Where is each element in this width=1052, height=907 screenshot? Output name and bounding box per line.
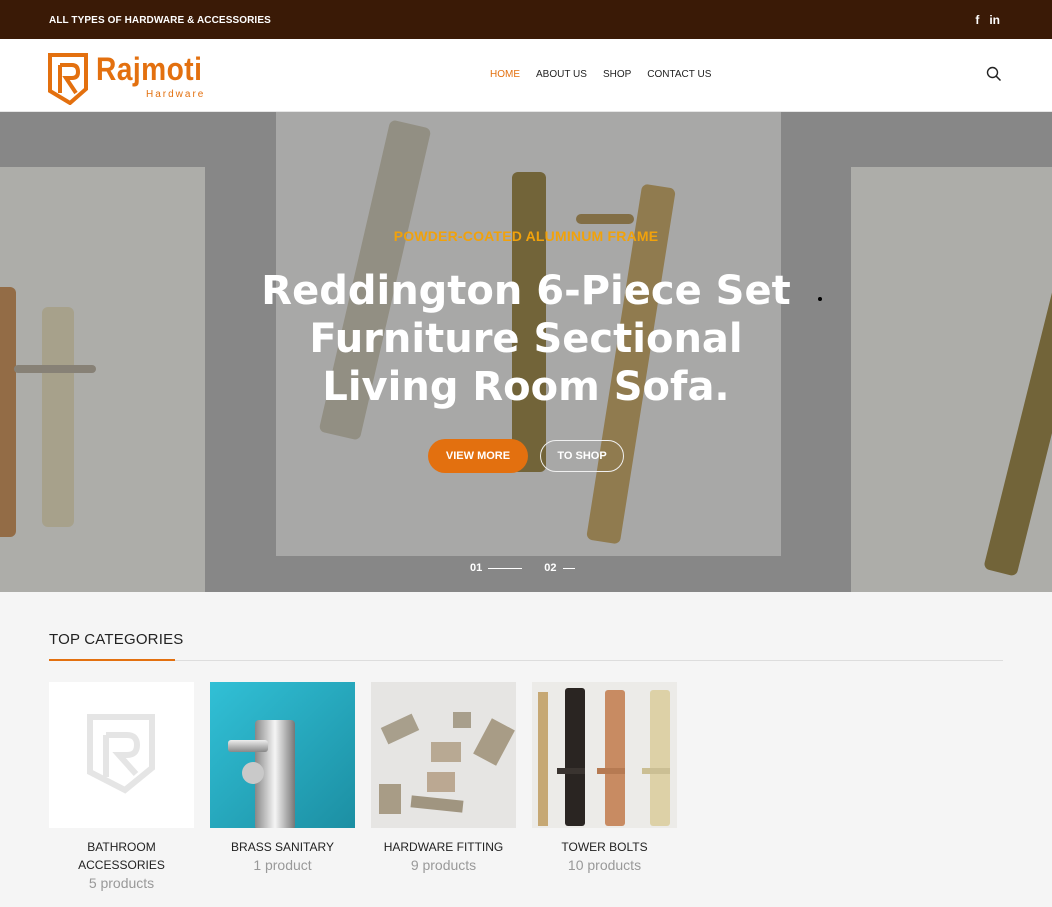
logo-wordmark: Rajmoti [96, 51, 203, 87]
logo-icon [48, 53, 88, 105]
category-name: BRASS SANITARY [231, 840, 334, 854]
category-count: 1 product [253, 857, 312, 873]
nav-shop[interactable]: SHOP [603, 69, 631, 80]
slide-2-label: 02 [544, 562, 557, 574]
top-categories-title: TOP CATEGORIES [49, 631, 184, 648]
search-icon[interactable] [986, 66, 1002, 82]
slide-1-label: 01 [470, 562, 483, 574]
section-divider [49, 660, 1003, 661]
nav-about-us[interactable]: ABOUT US [536, 69, 587, 80]
nav-contact-us[interactable]: CONTACT US [647, 69, 711, 80]
to-shop-button[interactable]: TO SHOP [540, 440, 624, 472]
main-nav: HOME ABOUT US SHOP CONTACT US [490, 69, 711, 80]
category-thumbnail[interactable] [532, 682, 677, 828]
slider-pagination: 01 02 [470, 562, 575, 574]
site-header: Rajmoti Hardware HOME ABOUT US SHOP CONT… [0, 39, 1052, 112]
category-count: 9 products [410, 857, 477, 873]
nav-home[interactable]: HOME [490, 69, 520, 80]
category-thumbnail[interactable] [371, 682, 516, 828]
social-links: f in [975, 13, 1000, 27]
category-card-tower-bolts[interactable]: TOWER BOLTS 10 products [532, 682, 677, 891]
facebook-icon[interactable]: f [975, 13, 979, 27]
logo-subtitle: Hardware [146, 89, 206, 100]
slide-line [562, 567, 575, 569]
hero-headline: Reddington 6-Piece Set Furniture Section… [261, 268, 791, 410]
linkedin-icon[interactable]: in [989, 13, 1000, 27]
hero-slider: POWDER-COATED ALUMINUM FRAME Reddington … [0, 112, 1052, 592]
placeholder-logo-icon [87, 714, 155, 794]
category-card-hardware-fitting[interactable]: HARDWARE FITTING 9 products [371, 682, 516, 891]
section-underline [49, 659, 175, 661]
category-name: TOWER BOLTS [561, 840, 648, 854]
slide-line [488, 567, 523, 569]
category-list: BATHROOM ACCESSORIES 5 products BRASS SA… [49, 682, 677, 891]
category-name: HARDWARE FITTING [383, 840, 504, 854]
cursor-dot [818, 297, 822, 301]
logo[interactable]: Rajmoti Hardware [48, 51, 228, 108]
category-card-brass-sanitary[interactable]: BRASS SANITARY 1 product [210, 682, 355, 891]
slide-1-indicator[interactable]: 01 [470, 562, 523, 574]
top-bar: ALL TYPES OF HARDWARE & ACCESSORIES f in [0, 0, 1052, 39]
view-more-button[interactable]: VIEW MORE [428, 439, 528, 473]
category-count: 5 products [88, 875, 155, 891]
category-count: 10 products [567, 857, 642, 873]
category-name: BATHROOM ACCESSORIES [78, 840, 165, 872]
category-card-bathroom[interactable]: BATHROOM ACCESSORIES 5 products [49, 682, 194, 891]
category-thumbnail[interactable] [210, 682, 355, 828]
tagline: ALL TYPES OF HARDWARE & ACCESSORIES [49, 15, 271, 26]
category-thumbnail[interactable] [49, 682, 194, 828]
slide-2-indicator[interactable]: 02 [544, 562, 575, 574]
hero-buttons: VIEW MORE TO SHOP [428, 439, 624, 473]
hero-eyebrow: POWDER-COATED ALUMINUM FRAME [393, 228, 659, 244]
